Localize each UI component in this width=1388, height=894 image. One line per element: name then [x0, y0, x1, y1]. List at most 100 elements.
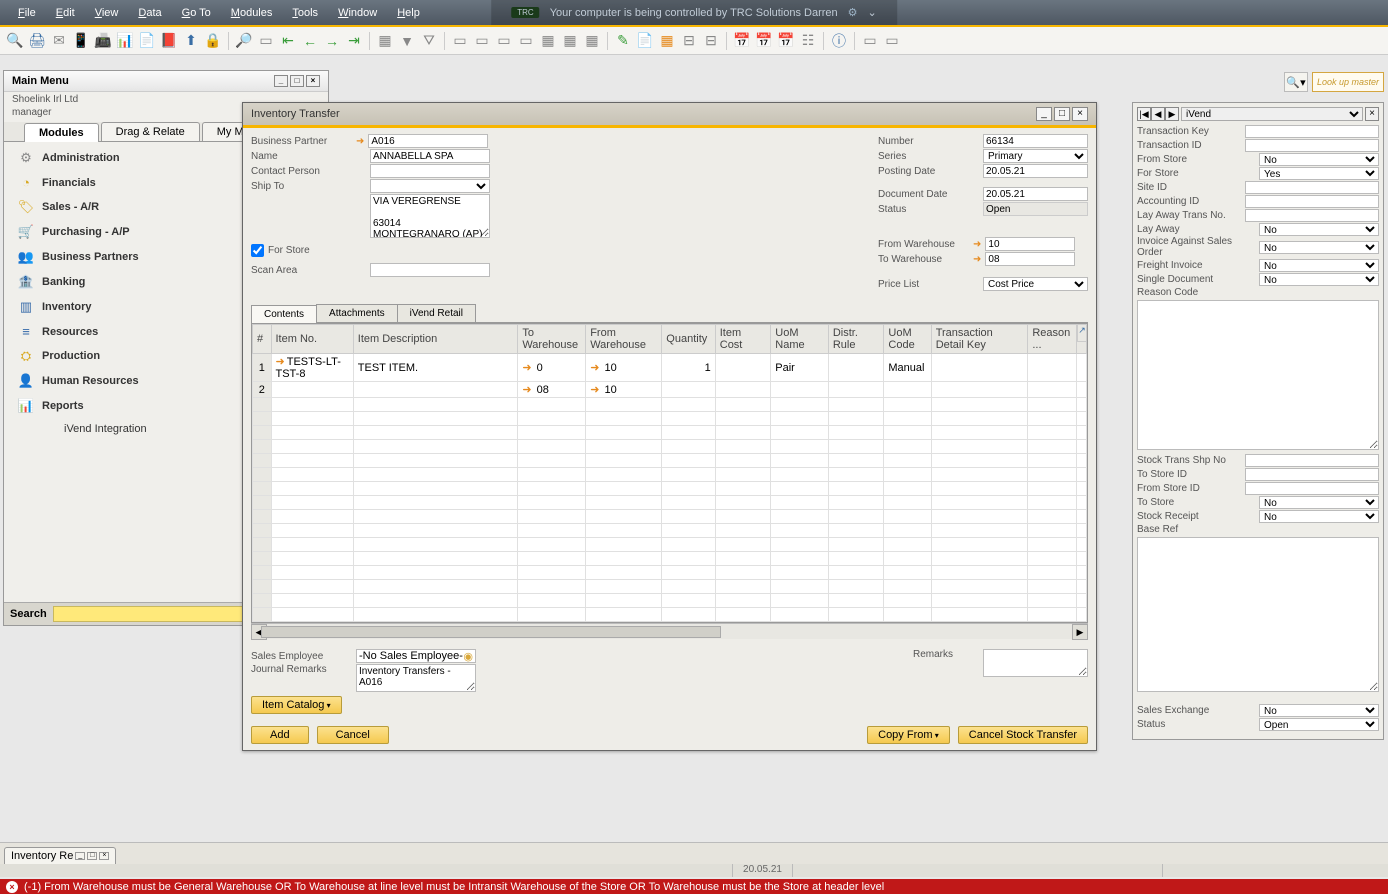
towhs-field[interactable]: 08 [985, 252, 1075, 266]
iv-input[interactable] [1245, 181, 1379, 194]
export-excel-icon[interactable]: 📊 [116, 32, 134, 50]
shipto-select[interactable] [370, 179, 490, 193]
inv-close[interactable]: × [1072, 107, 1088, 121]
lookup-master[interactable]: Look up master [1312, 72, 1384, 92]
inv-titlebar[interactable]: Inventory Transfer _ □ × [243, 103, 1096, 125]
inv-minimize[interactable]: _ [1036, 107, 1052, 121]
col-header[interactable]: UoM Name [771, 325, 829, 354]
table-row[interactable] [253, 510, 1087, 524]
tab-drag-relate[interactable]: Drag & Relate [101, 122, 200, 141]
iv-select[interactable]: No [1259, 259, 1379, 272]
ext2-icon[interactable]: ▭ [883, 32, 901, 50]
cancel-button[interactable]: Cancel [317, 726, 389, 744]
forstore-checkbox[interactable] [251, 244, 264, 257]
postdate-field[interactable]: 20.05.21 [983, 164, 1088, 178]
iv-select[interactable]: Open [1259, 718, 1379, 731]
scan-field[interactable] [370, 263, 490, 277]
link-arrow-icon[interactable]: ➜ [973, 254, 981, 265]
table-row[interactable] [253, 538, 1087, 552]
minimize-button[interactable]: _ [274, 75, 288, 87]
table-row[interactable] [253, 608, 1087, 622]
prev-record-icon[interactable]: ← [301, 32, 319, 50]
tree-icon[interactable]: ☷ [799, 32, 817, 50]
scroll-thumb[interactable] [261, 626, 721, 638]
col-header[interactable]: Item No. [271, 325, 353, 354]
doc3-icon[interactable]: ▭ [495, 32, 513, 50]
name-field[interactable]: ANNABELLA SPA [370, 149, 490, 163]
table-row[interactable] [253, 524, 1087, 538]
preview-icon[interactable]: 🔍 [6, 32, 24, 50]
iv-select[interactable]: No [1259, 273, 1379, 286]
table-row[interactable] [253, 566, 1087, 580]
cancel-stock-transfer-button[interactable]: Cancel Stock Transfer [958, 726, 1088, 744]
link-arrow-icon[interactable]: ➜ [356, 136, 364, 147]
iv-select[interactable]: No [1259, 510, 1379, 523]
iv-select[interactable]: No [1259, 704, 1379, 717]
iv-input[interactable] [1245, 209, 1379, 222]
link-arrow-icon[interactable]: ➜ [973, 239, 981, 250]
col-header[interactable]: Quantity [662, 325, 715, 354]
menu-help[interactable]: Help [387, 4, 430, 22]
ivend-select[interactable]: iVend [1181, 107, 1363, 121]
ivend-first-icon[interactable]: |◀ [1137, 107, 1151, 121]
table-row[interactable] [253, 468, 1087, 482]
tool3-icon[interactable]: ▦ [658, 32, 676, 50]
menu-goto[interactable]: Go To [172, 4, 221, 22]
col-header[interactable]: Item Cost [715, 325, 771, 354]
tab-modules[interactable]: Modules [24, 123, 99, 142]
table-row[interactable] [253, 412, 1087, 426]
col-header[interactable]: From Warehouse [586, 325, 662, 354]
close-button[interactable]: × [306, 75, 320, 87]
tool4-icon[interactable]: ⊟ [680, 32, 698, 50]
iv-select[interactable]: Yes [1259, 167, 1379, 180]
scroll-right-icon[interactable]: ▶ [1072, 624, 1088, 640]
add-record-icon[interactable]: ▭ [257, 32, 275, 50]
iv-textarea[interactable] [1137, 537, 1379, 692]
col-header[interactable]: Distr. Rule [828, 325, 884, 354]
table-row[interactable] [253, 440, 1087, 454]
tool1-icon[interactable]: ✎ [614, 32, 632, 50]
table-row[interactable] [253, 552, 1087, 566]
tab-attachments[interactable]: Attachments [316, 304, 398, 322]
sms-icon[interactable]: 📱 [72, 32, 90, 50]
gear-icon[interactable]: ⚙ [848, 6, 858, 19]
iv-select[interactable]: No [1259, 223, 1379, 236]
menu-modules[interactable]: Modules [221, 4, 283, 22]
inv-maximize[interactable]: □ [1054, 107, 1070, 121]
export-word-icon[interactable]: 📄 [138, 32, 156, 50]
iv-input[interactable] [1245, 468, 1379, 481]
doc5-icon[interactable]: ▦ [539, 32, 557, 50]
jrn-textarea[interactable]: Inventory Transfers - A016 [356, 664, 476, 692]
menu-file[interactable]: File [8, 4, 46, 22]
cp-field[interactable] [370, 164, 490, 178]
first-record-icon[interactable]: ⇤ [279, 32, 297, 50]
doc2-icon[interactable]: ▭ [473, 32, 491, 50]
chevron-down-icon[interactable]: ⌄ [868, 6, 877, 19]
cal3-icon[interactable]: 📅 [777, 32, 795, 50]
col-header[interactable]: Item Description [353, 325, 518, 354]
ivend-close-icon[interactable]: × [1365, 107, 1379, 121]
item-catalog-button[interactable]: Item Catalog [251, 696, 342, 714]
col-header[interactable]: Transaction Detail Key [931, 325, 1028, 354]
maximize-button[interactable]: □ [290, 75, 304, 87]
find-icon[interactable]: 🔎 [235, 32, 253, 50]
contents-grid[interactable]: #Item No.Item DescriptionTo WarehouseFro… [252, 324, 1087, 622]
lock-icon[interactable]: 🔒 [204, 32, 222, 50]
table-row[interactable] [253, 594, 1087, 608]
cal2-icon[interactable]: 📅 [755, 32, 773, 50]
fromwhs-field[interactable]: 10 [985, 237, 1075, 251]
address-textarea[interactable]: VIA VEREGRENSE 63014 MONTEGRANARO (AP) I… [370, 194, 490, 238]
table-row[interactable]: 2➜ 08➜ 10 [253, 382, 1087, 398]
iv-select[interactable]: No [1259, 241, 1379, 254]
ext1-icon[interactable]: ▭ [861, 32, 879, 50]
table-row[interactable] [253, 398, 1087, 412]
task-min-icon[interactable]: _ [75, 852, 85, 860]
pricelist-select[interactable]: Cost Price [983, 277, 1088, 291]
last-record-icon[interactable]: ⇥ [345, 32, 363, 50]
bp-field[interactable]: A016 [368, 134, 488, 148]
help-icon[interactable]: ⓘ [830, 32, 848, 50]
docdate-field[interactable]: 20.05.21 [983, 187, 1088, 201]
next-record-icon[interactable]: → [323, 32, 341, 50]
table-row[interactable] [253, 482, 1087, 496]
print-icon[interactable]: 🖨 [28, 32, 46, 50]
